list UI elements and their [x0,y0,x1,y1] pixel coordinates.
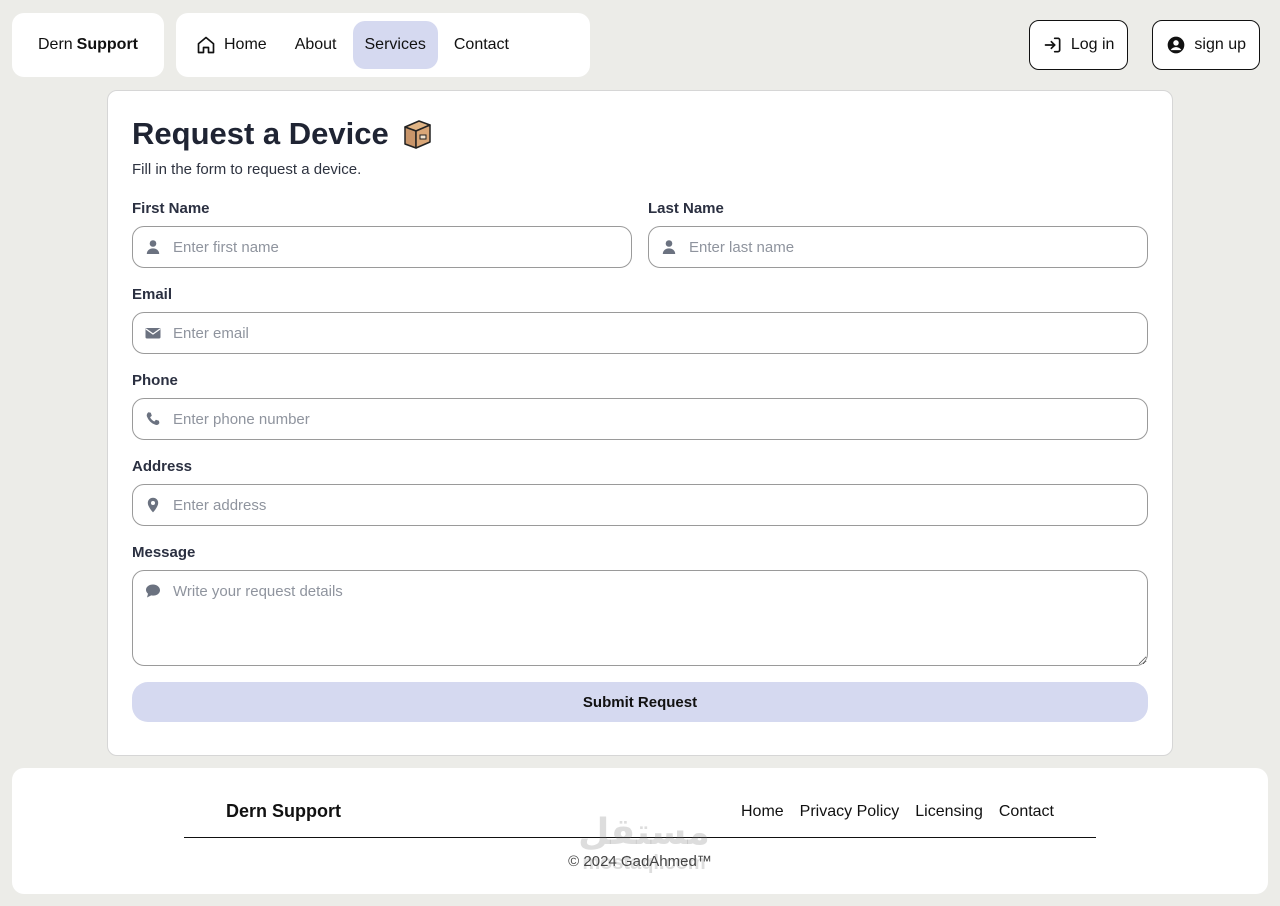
copyright-text: © 2024 GadAhmed™ [568,853,712,870]
user-icon [146,240,160,254]
nav-contact-label: Contact [453,36,509,53]
nav-about[interactable]: About [283,21,349,69]
user-icon [662,240,676,254]
brand-name-part2: Support [76,36,138,53]
nav-about-label: About [294,36,337,53]
message-label: Message [132,544,196,561]
form-subtitle: Fill in the form to request a device. [132,161,362,178]
address-input[interactable] [133,485,1147,525]
package-icon [403,120,431,149]
login-label: Log in [1070,36,1115,53]
footer-links: Home Privacy Policy Licensing Contact [741,803,1054,821]
nav-home[interactable]: Home [184,21,279,69]
footer-link-contact[interactable]: Contact [999,803,1054,821]
first-name-label: First Name [132,200,210,217]
phone-icon [146,412,160,426]
email-wrapper [132,312,1148,354]
user-circle-icon [1168,36,1185,54]
nav-services[interactable]: Services [352,21,438,69]
main-nav: Home About Services Contact [176,13,590,77]
last-name-input[interactable] [649,227,1147,267]
address-label: Address [132,458,193,475]
page-title-text: Request a Device [132,116,389,151]
map-pin-icon [147,497,159,513]
address-wrapper [132,484,1148,526]
auth-buttons: Log in sign up [1028,20,1260,70]
email-input[interactable] [133,313,1147,353]
signup-label: sign up [1194,36,1246,53]
watermark-arabic: مستقل [578,811,710,852]
envelope-icon [145,328,161,339]
last-name-label: Last Name [648,200,724,217]
page-title: Request a Device [132,115,1148,153]
nav-contact[interactable]: Contact [442,21,521,69]
email-label: Email [132,286,173,303]
message-textarea[interactable] [133,571,1147,665]
first-name-wrapper [132,226,632,268]
footer-brand: Dern Support [226,801,341,821]
brand-logo[interactable]: Dern Support [12,13,164,77]
email-group: Email [132,286,1148,354]
top-navigation: Dern Support Home About Services Contact… [12,13,1260,77]
submit-request-button[interactable]: Submit Request [132,682,1148,722]
nav-home-label: Home [224,36,267,53]
last-name-group: Last Name [648,200,1148,268]
last-name-wrapper [648,226,1148,268]
site-footer: Dern Support Home Privacy Policy Licensi… [12,768,1268,894]
phone-label: Phone [132,372,178,389]
message-wrapper [132,570,1148,666]
footer-link-licensing[interactable]: Licensing [915,803,983,821]
nav-services-label: Services [364,36,426,53]
home-icon [197,36,215,54]
address-group: Address [132,458,1148,526]
footer-link-privacy-policy[interactable]: Privacy Policy [800,803,900,821]
comment-icon [146,584,160,598]
phone-group: Phone [132,372,1148,440]
login-button[interactable]: Log in [1028,20,1129,70]
brand-name-part1: Dern [37,36,73,53]
message-group: Message [132,544,1148,666]
request-form-card: Request a Device Fill in the form to req… [107,90,1173,756]
footer-link-home[interactable]: Home [741,803,784,821]
phone-input[interactable] [133,399,1147,439]
signup-button[interactable]: sign up [1152,20,1260,70]
first-name-input[interactable] [133,227,631,267]
phone-wrapper [132,398,1148,440]
login-icon [1044,37,1061,53]
first-name-group: First Name [132,200,632,268]
